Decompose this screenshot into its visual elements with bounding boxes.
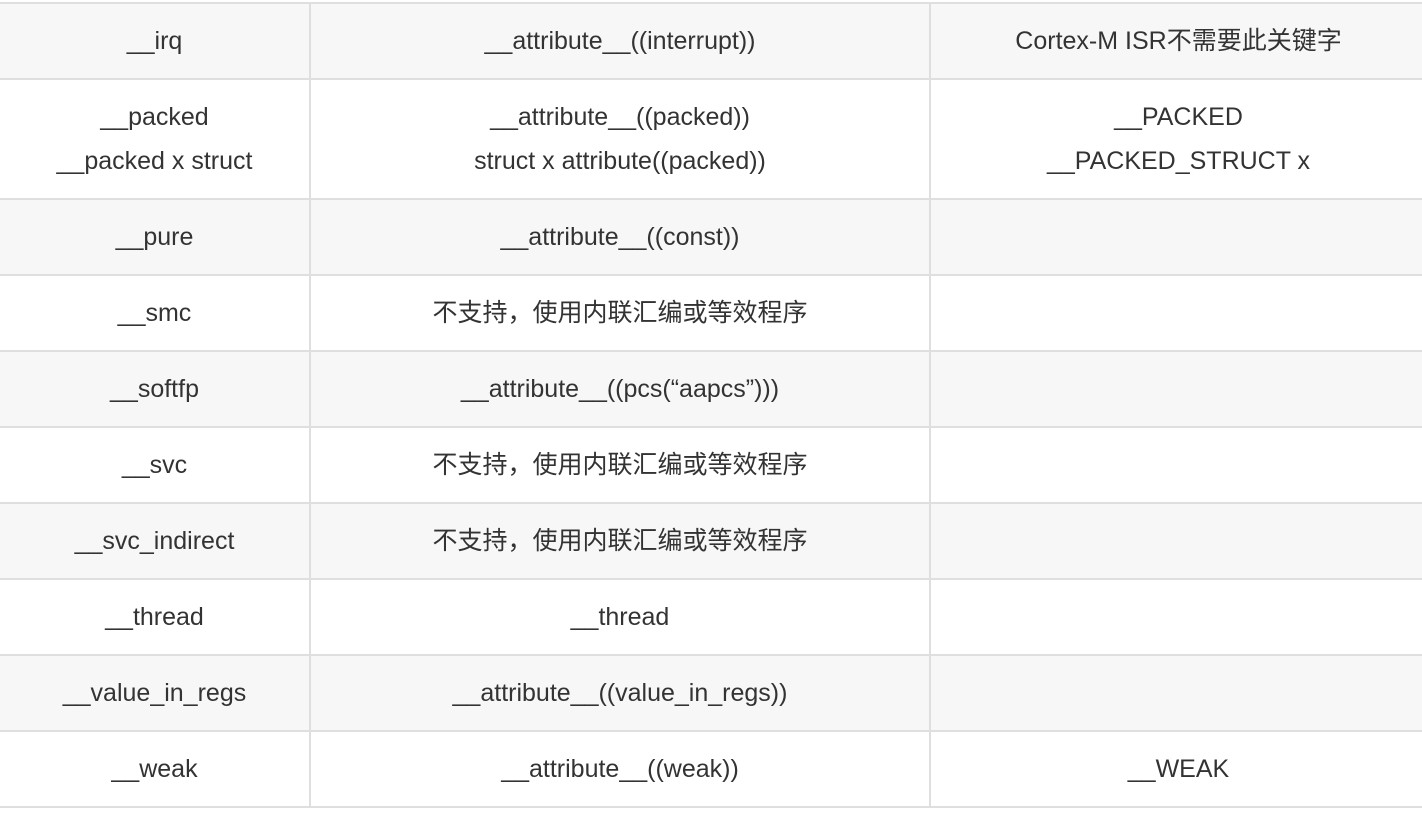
gcc-equivalent-cell: __attribute__((interrupt)) xyxy=(309,2,931,80)
gcc-equivalent-cell: __attribute__((weak)) xyxy=(309,730,931,808)
cmsis-macro-cell: __PACKED __PACKED_STRUCT x xyxy=(929,78,1422,200)
cell-text: __smc xyxy=(117,299,192,327)
cell-text: __packed xyxy=(100,103,209,131)
cell-text: __attribute__((const)) xyxy=(500,223,740,251)
armcc-keyword-cell: __pure xyxy=(0,198,311,276)
gcc-equivalent-cell: 不支持，使用内联汇编或等效程序 xyxy=(309,426,931,504)
table-row: __softfp __attribute__((pcs(“aapcs”))) xyxy=(0,350,1422,428)
cmsis-macro-cell xyxy=(929,578,1422,656)
armcc-keyword-cell: __irq xyxy=(0,2,311,80)
cell-text: Cortex-M ISR不需要此关键字 xyxy=(1015,27,1342,55)
gcc-equivalent-cell: __thread xyxy=(309,578,931,656)
gcc-equivalent-cell: __attribute__((pcs(“aapcs”))) xyxy=(309,350,931,428)
cell-text: __packed x struct xyxy=(56,147,253,175)
cell-text: __svc_indirect xyxy=(74,527,235,555)
armcc-keyword-cell: __svc_indirect xyxy=(0,502,311,580)
cmsis-macro-cell xyxy=(929,502,1422,580)
armcc-keyword-cell: __svc xyxy=(0,426,311,504)
cell-text: __thread xyxy=(105,603,204,631)
cell-text: __WEAK xyxy=(1127,755,1230,783)
armcc-keyword-cell: __packed __packed x struct xyxy=(0,78,311,200)
table-row: __svc_indirect 不支持，使用内联汇编或等效程序 xyxy=(0,502,1422,580)
armcc-keyword-cell: __weak xyxy=(0,730,311,808)
table-row: __pure __attribute__((const)) xyxy=(0,198,1422,276)
cell-text: __svc xyxy=(121,451,188,479)
gcc-equivalent-cell: 不支持，使用内联汇编或等效程序 xyxy=(309,274,931,352)
cell-text: __pure xyxy=(115,223,194,251)
table-body: __irq __attribute__((interrupt)) Cortex-M … xyxy=(0,2,1422,808)
cell-text: __attribute__((pcs(“aapcs”))) xyxy=(460,375,780,403)
cell-text: __thread xyxy=(570,603,670,631)
gcc-equivalent-cell: __attribute__((const)) xyxy=(309,198,931,276)
cell-text: __value_in_regs xyxy=(62,679,247,707)
armcc-keyword-cell: __softfp xyxy=(0,350,311,428)
table-row: __packed __packed x struct __attribute__((… xyxy=(0,78,1422,200)
cell-text: 不支持，使用内联汇编或等效程序 xyxy=(432,299,808,327)
cell-text: 不支持，使用内联汇编或等效程序 xyxy=(432,451,808,479)
cell-text: __irq xyxy=(126,27,183,55)
cmsis-macro-cell: Cortex-M ISR不需要此关键字 xyxy=(929,2,1422,80)
keyword-mapping-table: __irq __attribute__((interrupt)) Cortex-M … xyxy=(0,2,1422,808)
cmsis-macro-cell xyxy=(929,350,1422,428)
table-row: __thread __thread xyxy=(0,578,1422,656)
cmsis-macro-cell: __WEAK xyxy=(929,730,1422,808)
cell-text: __attribute__((interrupt)) xyxy=(484,27,756,55)
cell-text: __PACKED xyxy=(1114,103,1243,131)
armcc-keyword-cell: __thread xyxy=(0,578,311,656)
cmsis-macro-cell xyxy=(929,274,1422,352)
cell-text: __softfp xyxy=(110,375,199,403)
cell-text: __weak xyxy=(111,755,198,783)
table-row: __weak __attribute__((weak)) __WEAK xyxy=(0,730,1422,808)
cmsis-macro-cell xyxy=(929,198,1422,276)
cell-text: 不支持，使用内联汇编或等效程序 xyxy=(432,527,808,555)
cell-text: struct x attribute((packed)) xyxy=(474,147,766,175)
cell-text: __attribute__((packed)) xyxy=(490,103,750,131)
cell-text: __PACKED_STRUCT x xyxy=(1046,147,1311,175)
table-row: __value_in_regs __attribute__((value_in_r… xyxy=(0,654,1422,732)
table-row: __smc 不支持，使用内联汇编或等效程序 xyxy=(0,274,1422,352)
cell-text: __attribute__((value_in_regs)) xyxy=(452,679,788,707)
gcc-equivalent-cell: __attribute__((packed))struct x attribut… xyxy=(309,78,931,200)
table-row: __svc 不支持，使用内联汇编或等效程序 xyxy=(0,426,1422,504)
gcc-equivalent-cell: 不支持，使用内联汇编或等效程序 xyxy=(309,502,931,580)
armcc-keyword-cell: __value_in_regs xyxy=(0,654,311,732)
cmsis-macro-cell xyxy=(929,654,1422,732)
table-row: __irq __attribute__((interrupt)) Cortex-M … xyxy=(0,2,1422,80)
gcc-equivalent-cell: __attribute__((value_in_regs)) xyxy=(309,654,931,732)
cell-text: __attribute__((weak)) xyxy=(501,755,739,783)
armcc-keyword-cell: __smc xyxy=(0,274,311,352)
cmsis-macro-cell xyxy=(929,426,1422,504)
